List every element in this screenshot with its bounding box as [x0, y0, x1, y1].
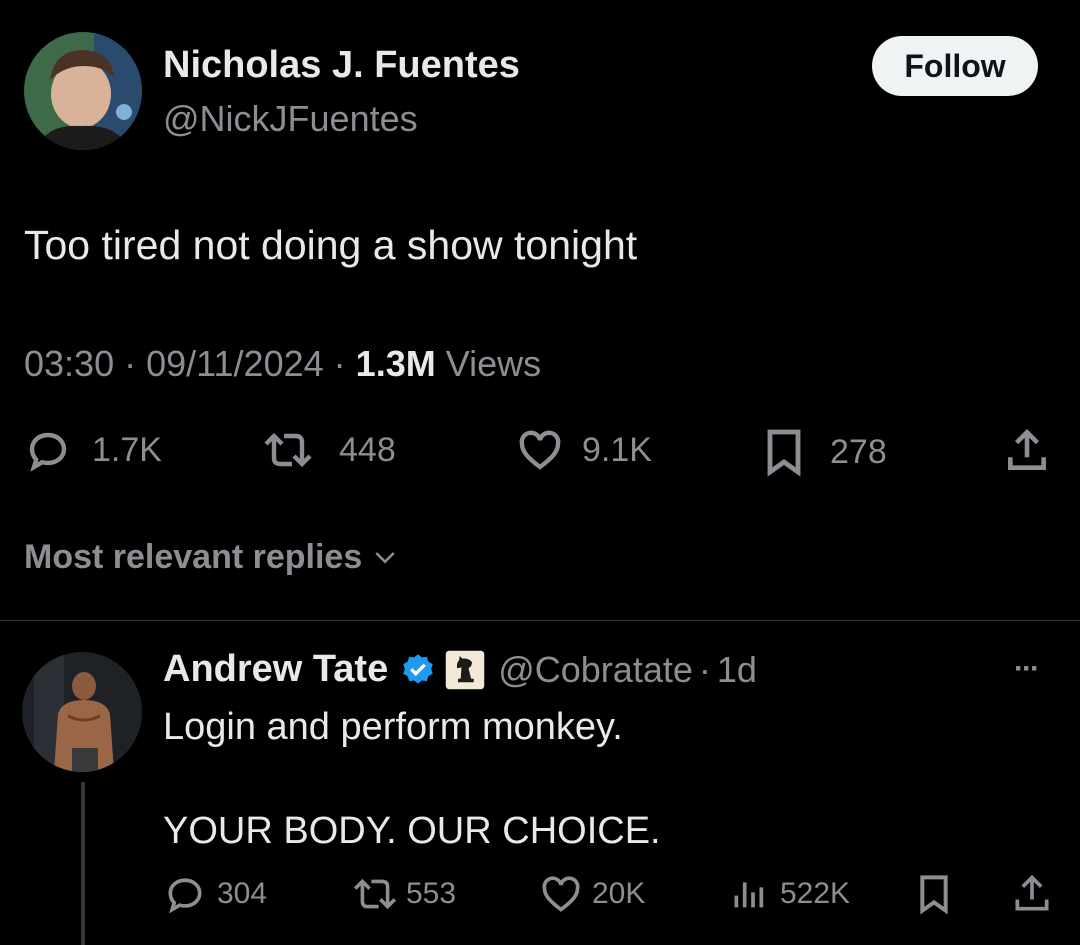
bookmark-count: 278 [830, 432, 887, 471]
reply-button[interactable]: 1.7K [24, 426, 162, 474]
reply-like-count: 20K [592, 877, 646, 910]
reply-age[interactable]: 1d [717, 649, 757, 691]
divider [0, 620, 1080, 621]
author-avatar[interactable] [24, 32, 142, 150]
reply-author-name[interactable]: Andrew Tate [163, 648, 388, 691]
reply-icon [29, 432, 67, 472]
reply-bookmark-button[interactable] [914, 872, 954, 916]
tweet-date[interactable]: 09/11/2024 [146, 343, 324, 384]
more-icon: ··· [1014, 652, 1040, 685]
thread-line [81, 782, 85, 945]
repost-icon [353, 878, 397, 910]
reply-views-button[interactable]: 522K [728, 872, 850, 916]
reply-reply-button[interactable]: 304 [163, 872, 267, 916]
replies-sort-label: Most relevant replies [24, 538, 363, 576]
follow-button[interactable]: Follow [872, 36, 1038, 96]
reply-views-count: 522K [780, 877, 851, 910]
share-icon [1008, 429, 1046, 470]
reply-author-handle[interactable]: @Cobratate [498, 649, 693, 691]
reply-reply-count: 304 [217, 877, 268, 910]
author-name[interactable]: Nicholas J. Fuentes [163, 44, 520, 87]
reply-header: Andrew Tate @Cobratate · 1d [163, 648, 757, 691]
reply-count: 1.7K [92, 430, 162, 469]
replies-sort-dropdown[interactable]: Most relevant replies [24, 538, 400, 577]
author-handle[interactable]: @NickJFuentes [163, 98, 418, 140]
reply-like-button[interactable]: 20K [538, 872, 645, 916]
reply-share-button[interactable] [1010, 872, 1054, 916]
bookmark-button[interactable]: 278 [760, 426, 887, 478]
tweet-text: Too tired not doing a show tonight [24, 222, 638, 268]
repost-count: 448 [339, 430, 396, 469]
reply-icon [168, 878, 202, 914]
like-count: 9.1K [582, 430, 652, 469]
views-icon [734, 882, 764, 908]
reply-text-line-2: YOUR BODY. OUR CHOICE. [163, 810, 661, 852]
like-button[interactable]: 9.1K [514, 426, 652, 474]
more-options-button[interactable]: ··· [1014, 652, 1040, 686]
tweet-meta: 03:30 · 09/11/2024 · 1.3M Views [24, 343, 542, 384]
verified-badge-icon [403, 653, 433, 684]
chess-knight-icon [445, 650, 485, 689]
reply-repost-button[interactable]: 553 [348, 872, 456, 916]
bookmark-icon [767, 429, 801, 477]
share-icon [1015, 874, 1049, 911]
views-count: 1.3M [355, 343, 436, 384]
share-button[interactable] [1002, 426, 1052, 476]
tweet-time[interactable]: 03:30 [24, 343, 114, 384]
repost-button[interactable]: 448 [257, 426, 396, 474]
like-icon [542, 876, 580, 912]
like-icon [519, 430, 561, 470]
repost-icon [264, 432, 312, 468]
bookmark-icon [920, 875, 948, 915]
reply-repost-count: 553 [406, 877, 457, 910]
reply-author-avatar[interactable] [22, 652, 142, 772]
chevron-down-icon [375, 551, 395, 564]
views-label: Views [445, 343, 542, 384]
reply-text-line-1: Login and perform monkey. [163, 706, 623, 748]
